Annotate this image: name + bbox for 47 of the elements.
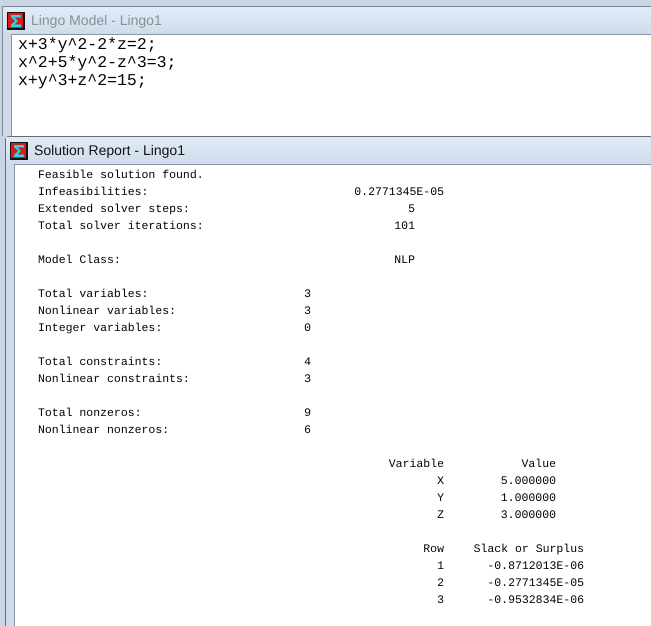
- stat-value: 101: [394, 219, 415, 235]
- stat-value: 0: [304, 321, 311, 337]
- stat-label: Total solver iterations:: [38, 219, 204, 235]
- code-line: x+y^3+z^2=15;: [18, 72, 148, 90]
- table-cell-text: Y: [436, 491, 444, 507]
- stat-label: Nonlinear variables:: [38, 304, 176, 320]
- table-cell-text: 1: [436, 559, 444, 575]
- table-cell-text: 3: [436, 593, 444, 609]
- stat-label: Extended solver steps:: [38, 202, 190, 218]
- stat-label: Total variables:: [38, 287, 148, 303]
- stat-value: 3: [304, 372, 311, 388]
- stat-label: Total nonzeros:: [38, 406, 142, 422]
- table-cell-text: 5.000000: [500, 474, 556, 490]
- stat-value: 5: [408, 202, 415, 218]
- stat-label: Infeasibilities:: [38, 185, 148, 201]
- stat-value: 3: [304, 304, 311, 320]
- sigma-icon: [10, 142, 28, 160]
- table-cell-text: -0.8712013E-06: [486, 559, 584, 575]
- table-cell-text: -0.2771345E-05: [486, 576, 584, 592]
- window-title: Solution Report - Lingo1: [34, 141, 185, 160]
- column-header: Variable: [388, 457, 444, 473]
- table-cell-text: -0.9532834E-06: [486, 593, 584, 609]
- stat-value: 6: [304, 423, 311, 439]
- stat-value: 0.2771345E-05: [354, 185, 444, 201]
- stat-label: Model Class:: [38, 253, 121, 269]
- stat-label: Total constraints:: [38, 355, 162, 371]
- stat-label: Nonlinear nonzeros:: [38, 423, 170, 439]
- table-cell-text: 1.000000: [500, 491, 556, 507]
- table-cell-text: 2: [436, 576, 444, 592]
- code-editor[interactable]: x+3*y^2-2*z=2; x^2+5*y^2-z^3=3; x+y^3+z^2=15;: [11, 34, 651, 136]
- column-header: Slack or Surplus: [472, 542, 584, 558]
- table-cell-text: 3.000000: [500, 508, 556, 524]
- stat-value: NLP: [394, 253, 415, 269]
- stat-value: 9: [304, 406, 311, 422]
- status-text: Feasible solution found.: [38, 168, 205, 184]
- stat-value: 4: [304, 355, 311, 371]
- code-line: x^2+5*y^2-z^3=3;: [18, 54, 178, 72]
- table-cell-text: X: [436, 474, 444, 490]
- stat-label: Nonlinear constraints:: [38, 372, 190, 388]
- stat-value: 3: [304, 287, 311, 303]
- column-header: Row: [422, 542, 444, 558]
- window-title: Lingo Model - Lingo1: [31, 11, 162, 30]
- column-header: Value: [520, 457, 556, 473]
- code-line: x+3*y^2-2*z=2;: [18, 36, 158, 54]
- sigma-icon: [7, 12, 25, 30]
- table-cell-text: Z: [436, 508, 444, 524]
- stat-label: Integer variables:: [38, 321, 162, 337]
